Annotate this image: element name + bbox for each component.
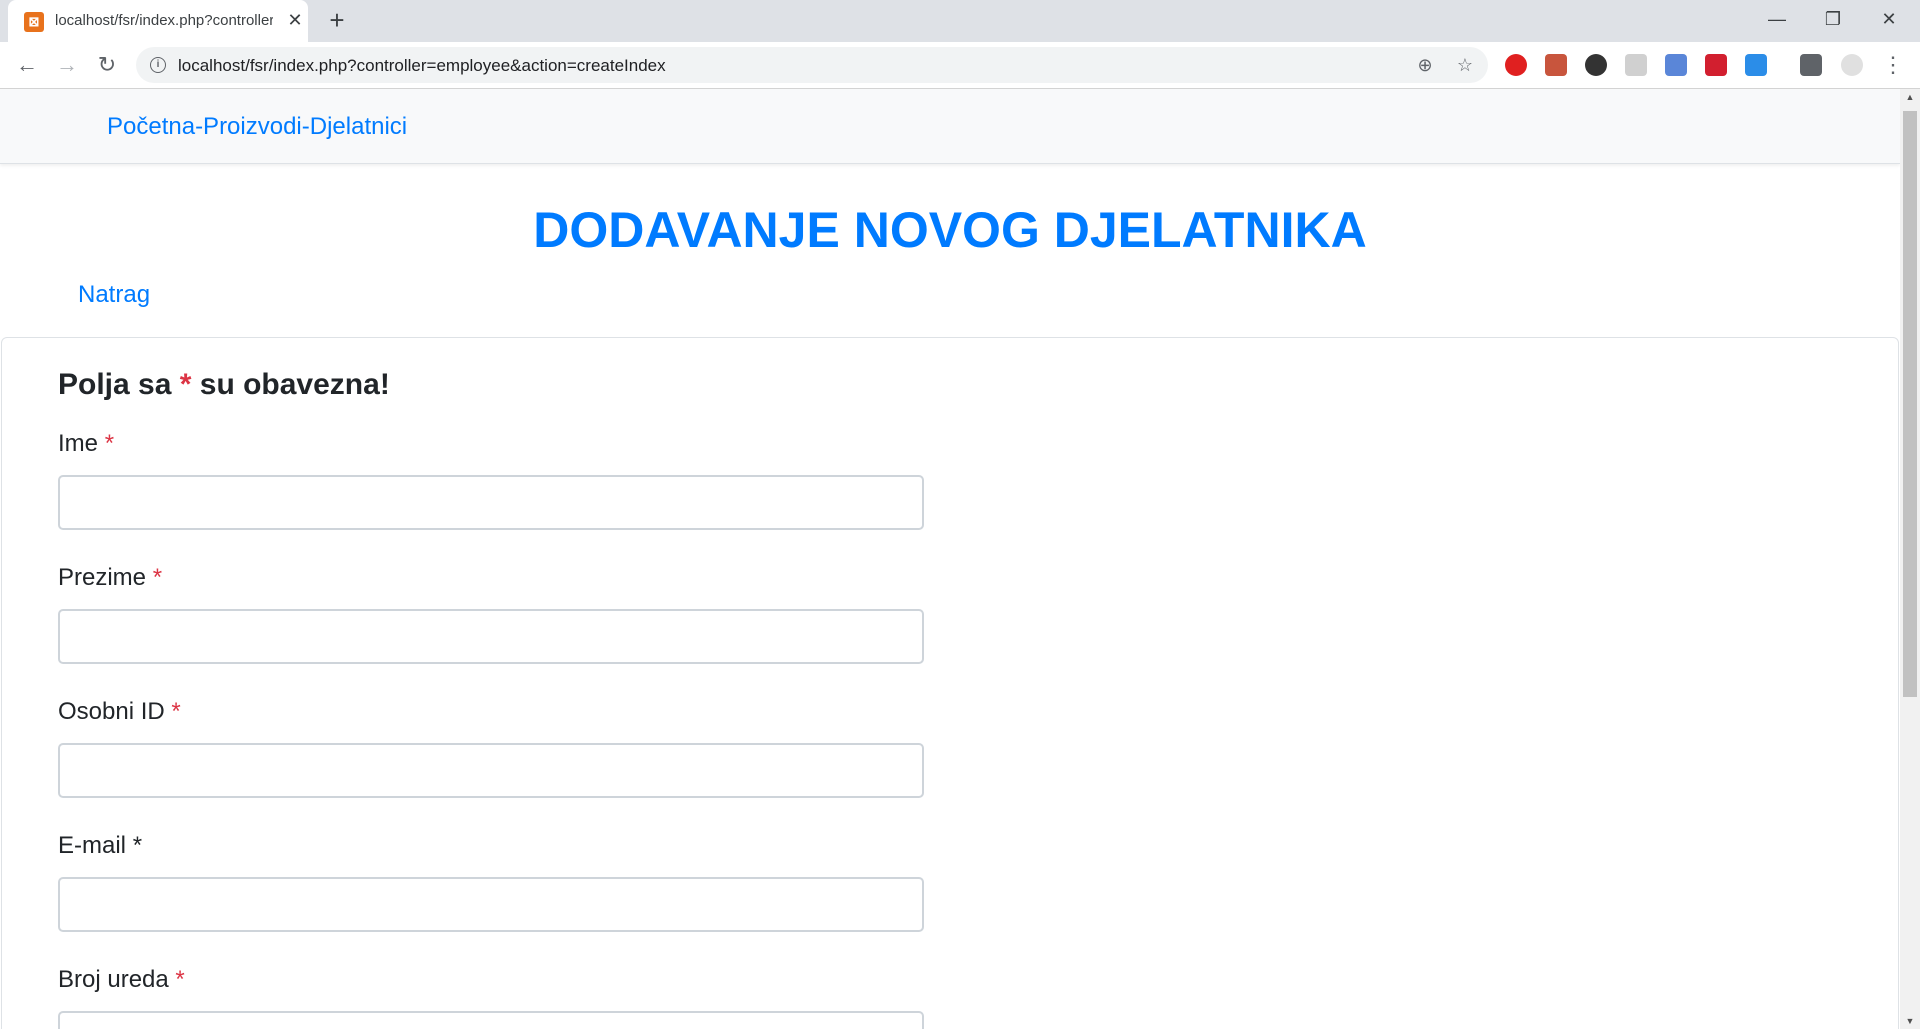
field-label-broj-ureda: Broj ureda * [58, 966, 185, 994]
menu-dots-icon[interactable]: ⋮ [1882, 52, 1904, 78]
reload-icon[interactable]: ↻ [93, 51, 121, 79]
field-label-osobni-id: Osobni ID * [58, 698, 181, 726]
site-navbar: Početna-Proizvodi-Djelatnici [0, 89, 1900, 164]
form-title-suffix: su obavezna! [191, 368, 390, 401]
forward-arrow-icon[interactable]: → [53, 51, 81, 79]
page-content: Početna-Proizvodi-Djelatnici DODAVANJE N… [0, 89, 1900, 1029]
osobni-id-input[interactable] [58, 743, 924, 798]
label-text: Prezime [58, 564, 147, 591]
form-title: Polja sa * su obavezna! [58, 368, 390, 402]
required-star: * [175, 966, 185, 993]
email-input[interactable] [58, 877, 924, 932]
tab-title: localhost/fsr/index.php?controller=emplo… [55, 12, 273, 29]
required-star: * [152, 564, 163, 591]
scroll-down-icon[interactable]: ▼ [1900, 1013, 1920, 1029]
broj-ureda-input[interactable] [58, 1011, 924, 1029]
profile-avatar-icon[interactable] [1841, 54, 1863, 76]
close-window-icon[interactable]: ✕ [1866, 4, 1912, 34]
form-card: Polja sa * su obavezna! Ime * Prezime * … [1, 337, 1899, 1029]
required-star: * [171, 698, 181, 725]
browser-tab-strip: ⊠ localhost/fsr/index.php?controller=emp… [0, 0, 1920, 42]
field-label-email: E-mail * [58, 832, 142, 860]
maximize-icon[interactable]: ❐ [1810, 4, 1856, 34]
nav-link-home-products-employees[interactable]: Početna-Proizvodi-Djelatnici [107, 113, 407, 141]
xampp-icon: ⊠ [24, 12, 44, 32]
media-extension-icon[interactable] [1705, 54, 1727, 76]
close-tab-icon[interactable]: ✕ [284, 9, 306, 31]
swirl-extension-icon[interactable] [1665, 54, 1687, 76]
scroll-thumb[interactable] [1903, 111, 1917, 697]
required-star: * [179, 368, 192, 401]
download-icon[interactable] [1745, 54, 1767, 76]
pdf-icon[interactable] [1545, 54, 1567, 76]
label-text: E-mail [58, 832, 127, 859]
back-link[interactable]: Natrag [78, 281, 150, 309]
new-tab-icon[interactable]: + [324, 7, 350, 34]
url-text[interactable]: localhost/fsr/index.php?controller=emplo… [178, 56, 666, 76]
label-text: Osobni ID [58, 698, 165, 725]
prezime-input[interactable] [58, 609, 924, 664]
blank-extension-icon[interactable] [1625, 54, 1647, 76]
bookmark-star-icon[interactable]: ☆ [1454, 54, 1476, 76]
page-scrollbar[interactable]: ▲ ▼ [1900, 89, 1920, 1029]
browser-tab[interactable]: ⊠ localhost/fsr/index.php?controller=emp… [8, 0, 308, 42]
scroll-up-icon[interactable]: ▲ [1900, 89, 1920, 105]
minimize-icon[interactable]: — [1754, 4, 1800, 34]
ime-input[interactable] [58, 475, 924, 530]
page-title: DODAVANJE NOVOG DJELATNIKA [533, 202, 1367, 258]
required-star: * [104, 430, 115, 457]
required-star: * [132, 832, 143, 859]
field-label-ime: Ime * [58, 430, 114, 458]
back-arrow-icon[interactable]: ← [13, 51, 41, 79]
label-text: Broj ureda [58, 966, 169, 993]
field-label-prezime: Prezime * [58, 564, 162, 592]
browser-toolbar: ← → ↻ i localhost/fsr/index.php?controll… [0, 42, 1920, 89]
info-icon[interactable]: i [150, 57, 166, 73]
address-bar[interactable]: i localhost/fsr/index.php?controller=emp… [136, 47, 1488, 83]
adblock-icon[interactable] [1505, 54, 1527, 76]
zoom-icon[interactable]: ⊕ [1414, 54, 1436, 76]
form-title-prefix: Polja sa [58, 368, 180, 401]
label-text: Ime [58, 430, 99, 457]
media-queue-icon[interactable] [1800, 54, 1822, 76]
privacy-icon[interactable] [1585, 54, 1607, 76]
